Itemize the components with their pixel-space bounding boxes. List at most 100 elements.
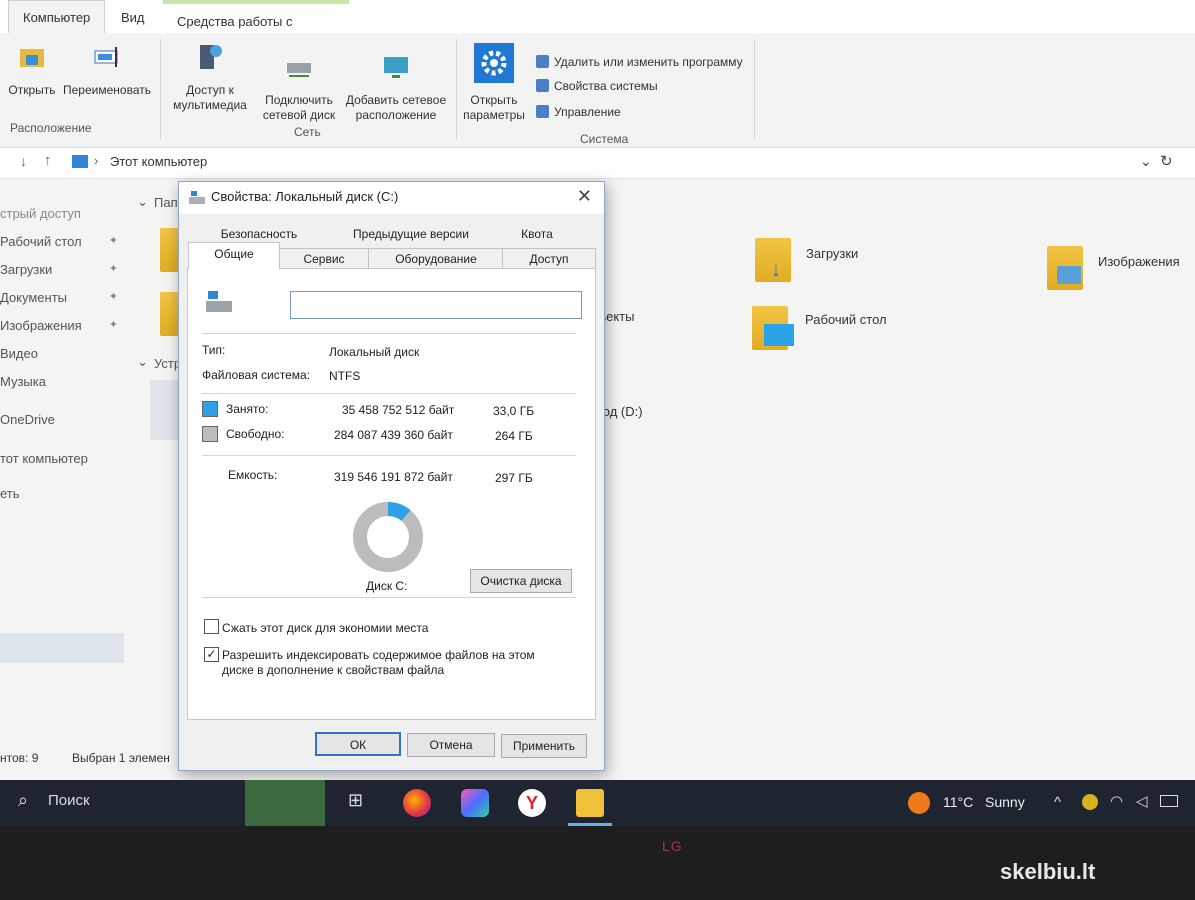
- pin-icon: ✦: [108, 291, 118, 303]
- dialog-title: Свойства: Локальный диск (C:): [211, 189, 399, 204]
- gear-icon: [474, 43, 514, 83]
- ok-button[interactable]: ОК: [315, 732, 401, 756]
- drive-c-icon[interactable]: [150, 380, 178, 440]
- weather-sun-icon[interactable]: [908, 792, 930, 814]
- file-explorer-icon[interactable]: [576, 789, 604, 817]
- folder-desktop-label[interactable]: Рабочий стол: [805, 312, 887, 327]
- index-checkbox[interactable]: ✓: [204, 647, 219, 662]
- sidebar-item-music[interactable]: Музыка: [0, 374, 46, 389]
- downloads-folder-icon[interactable]: ↓: [755, 238, 791, 282]
- sidebar-item-pictures[interactable]: Изображения ✦: [0, 318, 122, 333]
- tray-app-icon[interactable]: [1082, 794, 1098, 810]
- add-network-location-button[interactable]: Добавить сетевое расположение: [344, 51, 448, 123]
- manage-link[interactable]: Управление: [536, 105, 621, 119]
- pictures-folder-icon[interactable]: [1047, 246, 1083, 290]
- wifi-icon[interactable]: ◠: [1110, 792, 1123, 810]
- yandex-browser-icon[interactable]: Y: [518, 789, 546, 817]
- network-drive-icon: [287, 63, 311, 77]
- tab-previous-versions[interactable]: Предыдущие версии: [341, 227, 481, 241]
- microsoft-365-icon[interactable]: [461, 789, 489, 817]
- group-system-label: Система: [580, 132, 629, 146]
- rename-icon: [94, 47, 118, 67]
- apply-button[interactable]: Применить: [501, 734, 587, 758]
- compress-checkbox[interactable]: [204, 619, 219, 634]
- sidebar-item-downloads[interactable]: Загрузки ✦: [0, 262, 122, 277]
- weather-condition[interactable]: Sunny: [985, 794, 1025, 810]
- close-icon[interactable]: ✕: [577, 186, 592, 207]
- type-value: Локальный диск: [329, 345, 420, 359]
- sidebar-item-onedrive[interactable]: OneDrive: [0, 412, 55, 427]
- folder-icon[interactable]: [160, 292, 178, 336]
- chevron-down-icon[interactable]: ⌄: [137, 194, 148, 210]
- system-properties-link[interactable]: Свойства системы: [536, 79, 658, 93]
- watermark: skelbiu.lt: [1000, 859, 1096, 884]
- up-arrow-icon[interactable]: ↑: [44, 152, 52, 169]
- manage-icon: [536, 105, 549, 118]
- rename-button[interactable]: Переименовать: [62, 41, 152, 98]
- group-location-label: Расположение: [10, 121, 92, 135]
- battery-icon[interactable]: [1160, 795, 1178, 807]
- pin-icon: ✦: [108, 263, 118, 275]
- firefox-icon[interactable]: [403, 789, 431, 817]
- desktop-folder-icon[interactable]: [752, 306, 794, 350]
- sidebar-item-this-pc[interactable]: тот компьютер: [0, 451, 88, 466]
- disk-cleanup-button[interactable]: Очистка диска: [470, 569, 572, 593]
- search-highlight-image[interactable]: [245, 780, 325, 826]
- sidebar-item-videos[interactable]: Видео: [0, 346, 38, 361]
- chevron-down-icon[interactable]: ⌄: [137, 354, 148, 370]
- volume-icon[interactable]: ◁: [1136, 792, 1148, 810]
- tab-quota[interactable]: Квота: [495, 227, 579, 241]
- folder-icon[interactable]: [160, 228, 178, 272]
- sidebar-item-network[interactable]: еть: [0, 486, 20, 501]
- folder-downloads-label[interactable]: Загрузки: [806, 246, 858, 261]
- down-arrow-icon: ↓: [771, 259, 781, 281]
- free-bytes: 284 087 439 360 байт: [334, 428, 453, 442]
- desktop-icon: [764, 324, 794, 346]
- chevron-down-icon[interactable]: ⌄: [1140, 153, 1152, 170]
- properties-dialog: Свойства: Локальный диск (C:) ✕ Безопасн…: [178, 181, 605, 771]
- free-color-swatch: [202, 426, 218, 442]
- disk-label: Диск C:: [366, 579, 408, 593]
- sidebar-item-quick-access[interactable]: стрый доступ: [0, 206, 81, 221]
- sidebar-item-desktop[interactable]: Рабочий стол ✦: [0, 234, 122, 249]
- tab-sharing[interactable]: Доступ: [502, 248, 596, 269]
- monitor-brand-logo: LG: [662, 838, 683, 854]
- uninstall-program-link[interactable]: Удалить или изменить программу: [536, 55, 743, 69]
- ribbon-separator: [456, 39, 457, 139]
- open-button[interactable]: Открыть: [2, 41, 62, 98]
- tab-general[interactable]: Общие: [188, 242, 280, 269]
- tab-view[interactable]: Вид: [121, 10, 145, 25]
- ribbon-separator: [160, 39, 161, 139]
- tab-security[interactable]: Безопасность: [199, 227, 319, 241]
- search-icon[interactable]: ⌕: [18, 790, 28, 811]
- media-server-icon: [200, 45, 222, 69]
- taskbar-search[interactable]: Поиск: [48, 792, 90, 809]
- tab-tools[interactable]: Сервис: [278, 248, 370, 269]
- back-icon[interactable]: ↓: [20, 153, 27, 169]
- chevron-up-icon[interactable]: ^: [1054, 794, 1061, 811]
- type-label: Тип:: [202, 343, 226, 357]
- folder-pictures-label[interactable]: Изображения: [1098, 254, 1180, 269]
- used-color-swatch: [202, 401, 218, 417]
- sidebar-item-documents[interactable]: Документы ✦: [0, 290, 122, 305]
- tab-disk-tools[interactable]: Средства работы с дисками: [163, 0, 349, 65]
- address-path[interactable]: Этот компьютер: [110, 154, 207, 169]
- open-settings-button[interactable]: Открыть параметры: [458, 43, 530, 123]
- address-bar: ↓ ↑ › Этот компьютер ⌄ ↻: [0, 148, 1195, 179]
- index-label-line-1: Разрешить индексировать содержимое файло…: [222, 648, 535, 662]
- task-view-icon[interactable]: ⊞: [348, 790, 363, 811]
- weather-temp[interactable]: 11°C: [943, 794, 973, 810]
- refresh-icon[interactable]: ↻: [1160, 152, 1173, 170]
- landscape-icon: [1057, 266, 1081, 284]
- map-drive-button[interactable]: Подключить сетевой диск: [256, 51, 342, 123]
- dialog-title-bar[interactable]: Свойства: Локальный диск (C:) ✕: [179, 182, 604, 214]
- tab-computer[interactable]: Компьютер: [8, 0, 106, 34]
- status-bar: нтов: 9 Выбран 1 элемен: [0, 745, 200, 773]
- tab-hardware[interactable]: Оборудование: [368, 248, 504, 269]
- taskbar: ⌕ Поиск ⊞ Y 11°C Sunny ^ ◠ ◁: [0, 780, 1195, 826]
- media-access-button[interactable]: Доступ к мультимедиа: [166, 41, 254, 113]
- cancel-button[interactable]: Отмена: [407, 733, 495, 757]
- used-label: Занято:: [226, 402, 269, 416]
- folder-open-icon: [20, 49, 44, 67]
- volume-name-input[interactable]: [290, 291, 582, 319]
